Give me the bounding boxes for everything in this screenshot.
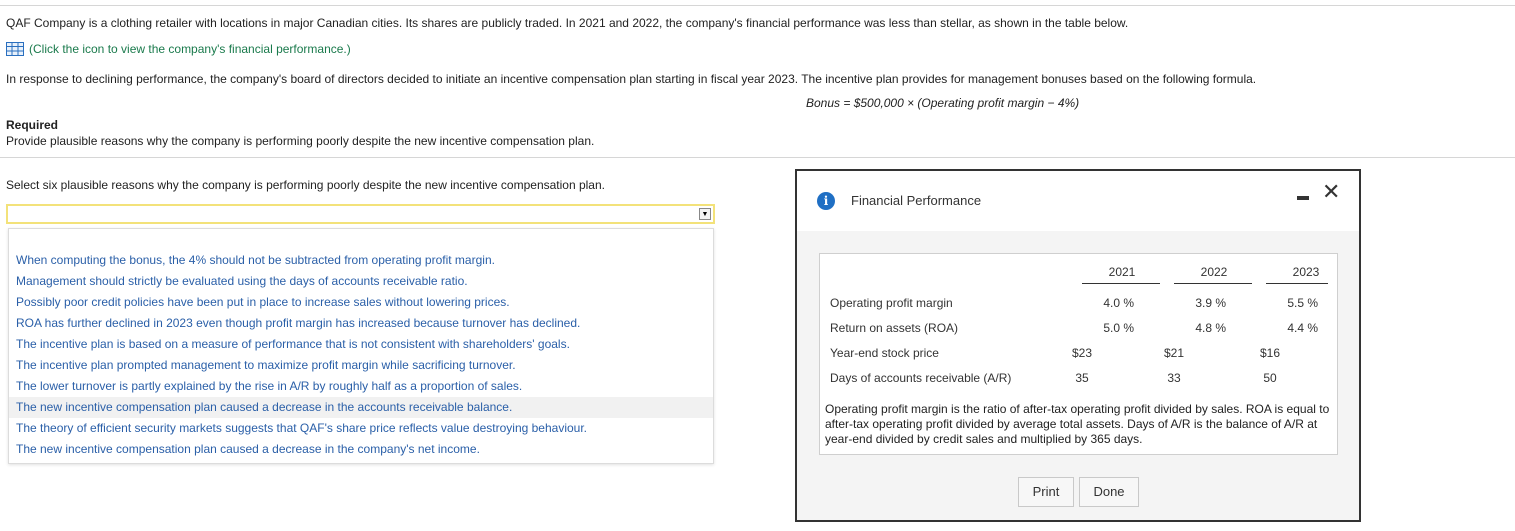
row-label: Days of accounts receivable (A/R) <box>830 371 1012 385</box>
cell-value: 5.0 % <box>1103 321 1134 335</box>
required-heading: Required <box>6 118 59 132</box>
section-divider <box>0 157 1515 158</box>
dropdown-option-highlighted[interactable]: The new incentive compensation plan caus… <box>9 397 713 418</box>
cell-value: 50 <box>1263 371 1277 385</box>
dropdown-option[interactable]: Management should strictly be evaluated … <box>9 271 713 292</box>
dropdown-option[interactable]: ROA has further declined in 2023 even th… <box>9 313 713 334</box>
bonus-formula: Bonus = $500,000 × (Operating profit mar… <box>806 96 1080 110</box>
info-icon: i <box>817 192 835 210</box>
row-label: Return on assets (ROA) <box>830 321 959 335</box>
dropdown-option[interactable]: The lower turnover is partly explained b… <box>9 376 713 397</box>
dropdown-options-list: When computing the bonus, the 4% should … <box>8 228 714 464</box>
financial-performance-link[interactable]: (Click the icon to view the company's fi… <box>6 42 351 56</box>
close-icon[interactable]: ✕ <box>1322 181 1340 203</box>
select-prompt: Select six plausible reasons why the com… <box>6 178 605 192</box>
response-text: In response to declining performance, th… <box>6 72 1257 86</box>
dropdown-option[interactable]: The new incentive compensation plan caus… <box>9 439 713 460</box>
header-underline <box>1174 283 1252 284</box>
row-label: Operating profit margin <box>830 296 953 310</box>
header-underline <box>1082 283 1160 284</box>
done-button[interactable]: Done <box>1079 477 1139 507</box>
cell-value: 35 <box>1075 371 1089 385</box>
cell-value: 4.8 % <box>1195 321 1226 335</box>
dropdown-arrow-icon[interactable]: ▼ <box>699 208 711 220</box>
dropdown-option[interactable]: When computing the bonus, the 4% should … <box>9 250 713 271</box>
year-header-2022: 2022 <box>1200 265 1228 279</box>
minimize-icon[interactable] <box>1297 196 1309 200</box>
financial-performance-dialog: i Financial Performance ✕ 2021 2022 2023… <box>795 169 1361 522</box>
dropdown-option[interactable]: Possibly poor credit policies have been … <box>9 292 713 313</box>
dialog-title: Financial Performance <box>851 193 982 208</box>
cell-value: $16 <box>1259 346 1281 360</box>
header-underline <box>1266 283 1328 284</box>
question-intro: QAF Company is a clothing retailer with … <box>6 16 1129 30</box>
reason-select[interactable]: ▼ <box>6 204 715 224</box>
year-header-2023: 2023 <box>1292 265 1320 279</box>
performance-table: 2021 2022 2023 Operating profit margin 4… <box>819 253 1338 455</box>
dialog-header: i Financial Performance ✕ <box>797 171 1359 231</box>
year-header-2021: 2021 <box>1108 265 1136 279</box>
cell-value: 4.4 % <box>1287 321 1318 335</box>
dialog-body: 2021 2022 2023 Operating profit margin 4… <box>797 231 1359 520</box>
cell-value: 5.5 % <box>1287 296 1318 310</box>
cell-value: $21 <box>1163 346 1185 360</box>
cell-value: 3.9 % <box>1195 296 1226 310</box>
dropdown-option[interactable]: The theory of efficient security markets… <box>9 418 713 439</box>
table-grid-icon[interactable] <box>6 42 24 56</box>
row-label: Year-end stock price <box>830 346 939 360</box>
print-button[interactable]: Print <box>1018 477 1074 507</box>
icon-link-text[interactable]: (Click the icon to view the company's fi… <box>29 42 351 56</box>
dropdown-option[interactable]: The incentive plan is based on a measure… <box>9 334 713 355</box>
required-text: Provide plausible reasons why the compan… <box>6 134 595 148</box>
cell-value: 4.0 % <box>1103 296 1134 310</box>
dropdown-option[interactable]: The incentive plan prompted management t… <box>9 355 713 376</box>
cell-value: $23 <box>1071 346 1093 360</box>
cell-value: 33 <box>1167 371 1181 385</box>
table-footnote: Operating profit margin is the ratio of … <box>825 402 1330 446</box>
top-divider <box>0 5 1515 6</box>
